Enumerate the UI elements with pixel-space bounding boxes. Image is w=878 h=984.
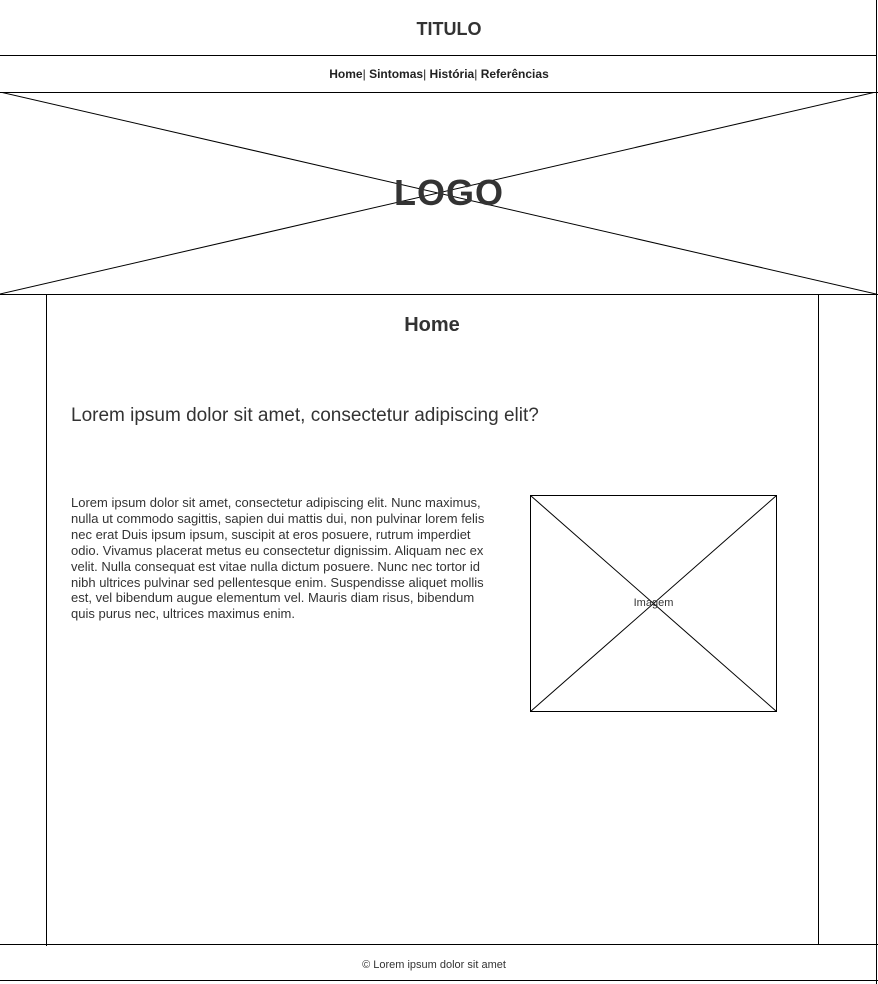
banner-divider-bottom (0, 294, 878, 295)
nav-separator: | (362, 67, 366, 81)
image-label: Imagem (633, 597, 674, 609)
footer-divider-top (0, 944, 878, 945)
header-divider (0, 55, 876, 56)
content-border-right (818, 294, 819, 944)
footer-divider-bottom (0, 980, 878, 981)
nav-separator: | (423, 67, 427, 81)
main-nav: Home| Sintomas| História| Referências (0, 65, 878, 83)
page-title: TITULO (416, 19, 482, 39)
section-title: Home (404, 314, 460, 336)
content-border-left (46, 294, 47, 946)
nav-link-sintomas[interactable]: Sintomas (369, 67, 423, 81)
nav-separator: | (474, 67, 478, 81)
question-heading: Lorem ipsum dolor sit amet, consectetur … (71, 405, 539, 426)
footer-copyright: © Lorem ipsum dolor sit amet (362, 959, 506, 971)
nav-link-home[interactable]: Home (329, 67, 362, 81)
nav-link-historia[interactable]: História (430, 67, 475, 81)
nav-link-referencias[interactable]: Referências (481, 67, 549, 81)
body-text: Lorem ipsum dolor sit amet, consectetur … (71, 495, 485, 622)
logo: LOGO (394, 172, 504, 213)
page-border-right (876, 0, 877, 984)
